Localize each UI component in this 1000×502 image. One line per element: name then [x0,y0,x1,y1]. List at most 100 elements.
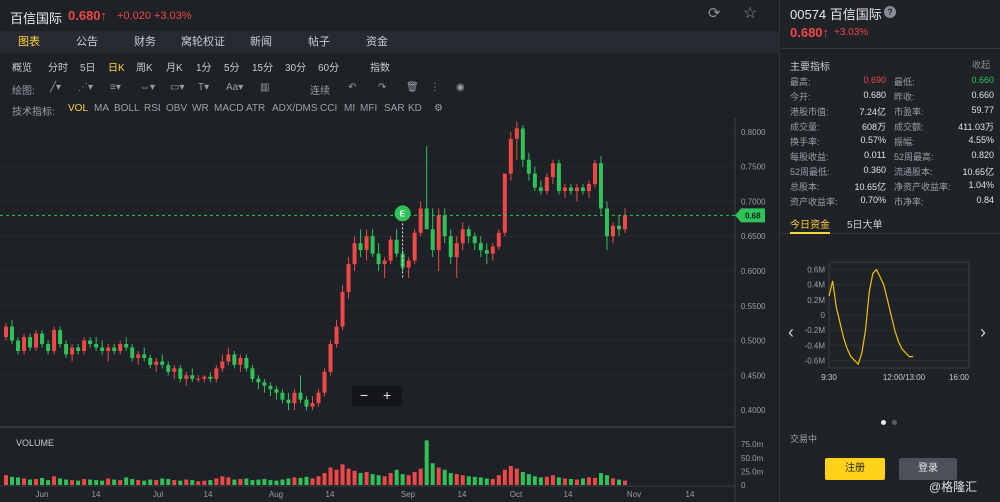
indicator-kd[interactable]: KD [408,103,422,114]
indicator-wr[interactable]: WR [192,103,209,114]
carousel-dot[interactable] [892,420,897,425]
candle-body [472,236,477,244]
eye-icon[interactable]: ◉ [456,82,465,93]
indicator-vol[interactable]: VOL [68,103,88,114]
period-daily[interactable]: 日K [108,59,125,74]
candle-body [190,375,195,379]
login-button[interactable]: 登录 [899,458,957,480]
flow-y-tick: 0 [821,311,826,320]
indicator-obv[interactable]: OBV [166,103,187,114]
indicator-label: 资产收益率: [790,197,838,207]
carousel-dot[interactable] [881,420,886,425]
volume-bar [34,479,39,485]
volume-bar [178,480,183,485]
volume-bar [418,468,423,485]
period-intraday[interactable]: 分时 [48,59,68,74]
indicator-mfi[interactable]: MFI [360,103,377,114]
candle-body [376,253,381,265]
volume-bar [76,480,81,485]
period-monthly[interactable]: 月K [166,59,183,74]
fib-tool-icon[interactable]: ≡▾ [110,82,121,93]
indicator-adx[interactable]: ADX/DMS [272,103,318,114]
period-weekly[interactable]: 周K [136,59,153,74]
volume-bar [490,479,495,485]
continuous-toggle[interactable]: 连续 [310,82,330,97]
trash-icon[interactable]: 🗑 [406,82,419,93]
indicator-rsi[interactable]: RSI [144,103,161,114]
volume-bar [460,475,465,485]
indicator-cci[interactable]: CCI [320,103,337,114]
period-5day[interactable]: 5日 [80,59,96,74]
candle-body [574,187,579,192]
bar-chart-icon[interactable]: ▥ [260,82,269,93]
tab-news[interactable]: 新闻 [232,31,290,53]
volume-bar [556,477,561,485]
period-60min[interactable]: 60分 [318,59,339,74]
chevron-right-icon[interactable]: › [980,322,986,343]
collapse-button[interactable]: 收起 [972,58,990,71]
period-overview[interactable]: 概览 [12,59,32,74]
candle-body [478,243,483,251]
volume-bar [16,477,21,485]
stock-name: 百信国际 [10,11,63,26]
register-button[interactable]: 注册 [825,458,885,480]
volume-bar [184,479,189,485]
candle-body [388,239,393,261]
chevron-left-icon[interactable]: ‹ [788,322,794,343]
tab-today-flow[interactable]: 今日资金 [790,216,830,231]
tab-chart[interactable]: 图表 [0,31,58,53]
zoom-in-button[interactable]: + [383,387,391,403]
candle-body [46,344,51,351]
star-icon[interactable]: ☆ [743,5,761,23]
gear-icon[interactable]: ⚙ [434,103,443,114]
candle-body [166,364,171,372]
candle-body [502,173,507,233]
volume-bar [22,478,27,485]
line-tool-icon[interactable]: ╱▾ [50,82,61,93]
indicator-sar[interactable]: SAR [384,103,405,114]
period-1min[interactable]: 1分 [196,59,212,74]
volume-bar [94,480,99,485]
redo-icon[interactable]: ↷ [378,82,386,93]
divider [781,48,1000,49]
candle-body [436,215,441,251]
font-tool-icon[interactable]: Aa▾ [226,82,243,93]
tab-capital[interactable]: 资金 [348,31,406,53]
more-icon[interactable]: ⋮ [430,82,440,93]
candle-body [106,347,111,351]
period-5min[interactable]: 5分 [224,59,240,74]
candlestick-chart[interactable]: 0.8000 0.7500 0.7000 0.6500 0.6000 0.5500 0.50… [0,118,780,502]
active-tab-underline [790,232,830,234]
channel-tool-icon[interactable]: ⇔▾ [140,82,155,93]
tab-warrants[interactable]: 窝轮权证 [174,31,232,53]
undo-icon[interactable]: ↶ [348,82,356,93]
indicator-mi[interactable]: MI [344,103,355,114]
zoom-out-button[interactable]: − [360,387,368,403]
shape-tool-icon[interactable]: ▭▾ [170,82,184,93]
candle-body [88,340,93,345]
indicator-label: 净资产收益率: [894,182,951,192]
tab-finance[interactable]: 财务 [116,31,174,53]
text-tool-icon[interactable]: T▾ [198,82,209,93]
indicator-macd[interactable]: MACD [214,103,243,114]
polyline-tool-icon[interactable]: ⋰▾ [78,82,93,93]
stock-price: 0.680↑ [68,8,108,23]
carousel-dots [881,412,903,430]
tab-posts[interactable]: 帖子 [290,31,348,53]
volume-bar [568,479,573,485]
help-icon[interactable]: ? [884,6,896,18]
indicator-ma[interactable]: MA [94,103,109,114]
tab-announcements[interactable]: 公告 [58,31,116,53]
indicator-row: 每股收益: 0.011 52周最高: 0.820 [790,150,994,165]
refresh-icon[interactable]: ⟳ [708,6,724,22]
period-15min[interactable]: 15分 [252,59,273,74]
volume-bar [52,476,57,485]
period-30min[interactable]: 30分 [285,59,306,74]
period-index-dropdown[interactable]: 指数 [370,59,390,74]
indicator-label: 总股本: [790,182,820,192]
indicator-atr[interactable]: ATR [246,103,265,114]
tab-5day-orders[interactable]: 5日大单 [847,216,883,231]
stock-change: +0.020 +3.03% [117,10,192,22]
indicator-boll[interactable]: BOLL [114,103,140,114]
candle-body [184,375,189,379]
